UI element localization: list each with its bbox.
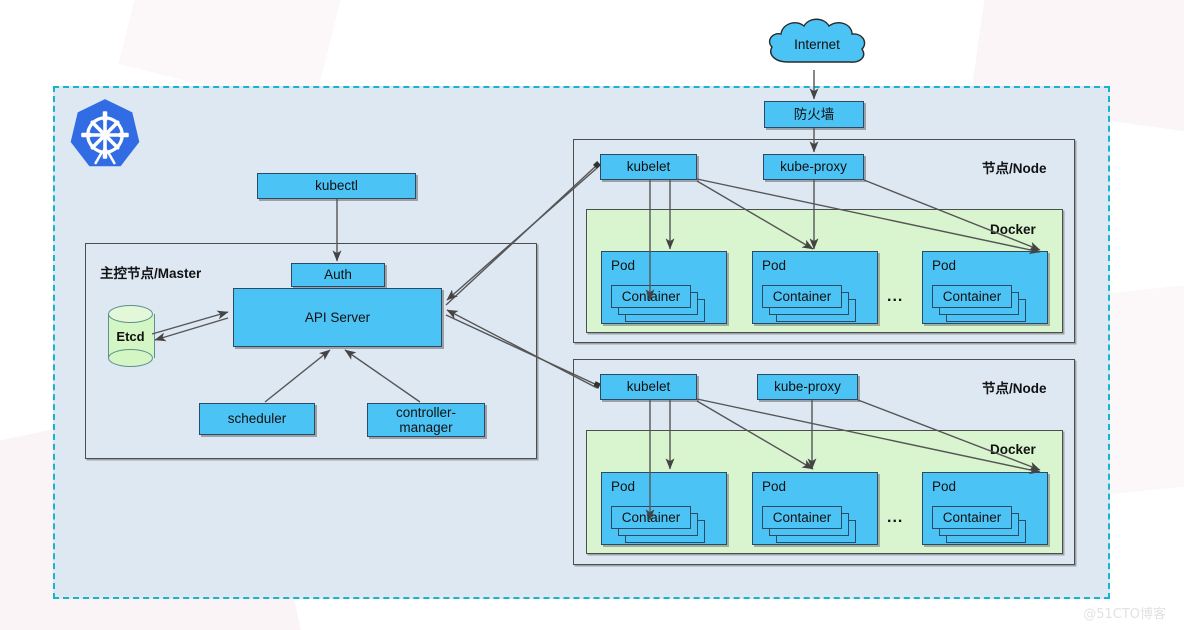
node-1-pod-2-container-label: Container [772, 289, 832, 304]
kubernetes-logo [66, 96, 144, 174]
node-2-pod-3-container-label: Container [942, 510, 1002, 525]
node-1-kubelet-box[interactable]: kubelet [600, 154, 697, 180]
api-server-label: API Server [304, 309, 371, 325]
node-2-kubelet-label: kubelet [626, 379, 671, 395]
auth-label: Auth [324, 267, 352, 283]
container-layer-front: Container [611, 506, 691, 529]
node-2-kube-proxy-box[interactable]: kube-proxy [757, 374, 858, 400]
node-1-pod-1-container-stack[interactable]: Container [611, 285, 705, 322]
container-layer-front: Container [762, 285, 842, 308]
scheduler-box[interactable]: scheduler [199, 403, 315, 435]
master-panel-title: 主控节点/Master [100, 266, 202, 281]
node-1-pod-1-label: Pod [611, 258, 636, 273]
container-layer-front: Container [611, 285, 691, 308]
internet-label: Internet [794, 36, 840, 52]
node-1-pod-3-label: Pod [932, 258, 957, 273]
node-1-pod-1-container-label: Container [621, 289, 681, 304]
node-1-pods-ellipsis: ... [887, 288, 904, 305]
node-1-docker-title: Docker [990, 222, 1036, 237]
kubectl-box[interactable]: kubectl [257, 173, 416, 199]
kubectl-label: kubectl [315, 178, 358, 194]
node-2-pod-1-label: Pod [611, 479, 636, 494]
etcd-label: Etcd [116, 328, 145, 344]
container-layer-front: Container [932, 285, 1012, 308]
diagram-canvas: Internet 防火墙 kubectl 主控节点/Master Auth AP… [0, 0, 1184, 630]
node-2-pod-3-container-stack[interactable]: Container [932, 506, 1026, 543]
node-2-pod-3-label: Pod [932, 479, 957, 494]
container-layer-front: Container [762, 506, 842, 529]
node-2-pod-2-container-label: Container [772, 510, 832, 525]
node-1-pod-2-label: Pod [762, 258, 787, 273]
api-server-box[interactable]: API Server [233, 288, 442, 347]
node-1-pod-3-container-stack[interactable]: Container [932, 285, 1026, 322]
node-2-pods-ellipsis: ... [887, 509, 904, 526]
node-1-kube-proxy-label: kube-proxy [780, 159, 847, 175]
node-2-pod-1-container-stack[interactable]: Container [611, 506, 705, 543]
node-panel-1-title: 节点/Node [982, 161, 1047, 176]
node-2-kubelet-box[interactable]: kubelet [600, 374, 697, 400]
controller-manager-label-line2: manager [399, 420, 453, 435]
node-1-pod-2-container-stack[interactable]: Container [762, 285, 856, 322]
firewall-box[interactable]: 防火墙 [764, 101, 864, 128]
watermark: @51CTO博客 [1083, 607, 1166, 622]
scheduler-label: scheduler [227, 411, 287, 427]
internet-cloud: Internet [762, 16, 872, 72]
node-1-kubelet-label: kubelet [626, 159, 671, 175]
controller-manager-label-line1: controller- [395, 404, 457, 420]
node-2-pod-1-container-label: Container [621, 510, 681, 525]
node-1-pod-3-container-label: Container [942, 289, 1002, 304]
node-panel-2-title: 节点/Node [982, 381, 1047, 396]
controller-manager-box[interactable]: controller- manager [367, 403, 485, 437]
node-2-pod-2-container-stack[interactable]: Container [762, 506, 856, 543]
etcd-cylinder[interactable]: Etcd [108, 305, 155, 367]
node-2-pod-2-label: Pod [762, 479, 787, 494]
container-layer-front: Container [932, 506, 1012, 529]
firewall-label: 防火墙 [793, 106, 835, 122]
node-2-docker-title: Docker [990, 442, 1036, 457]
node-1-kube-proxy-box[interactable]: kube-proxy [763, 154, 864, 180]
auth-box[interactable]: Auth [291, 263, 385, 287]
node-2-kube-proxy-label: kube-proxy [774, 379, 841, 395]
